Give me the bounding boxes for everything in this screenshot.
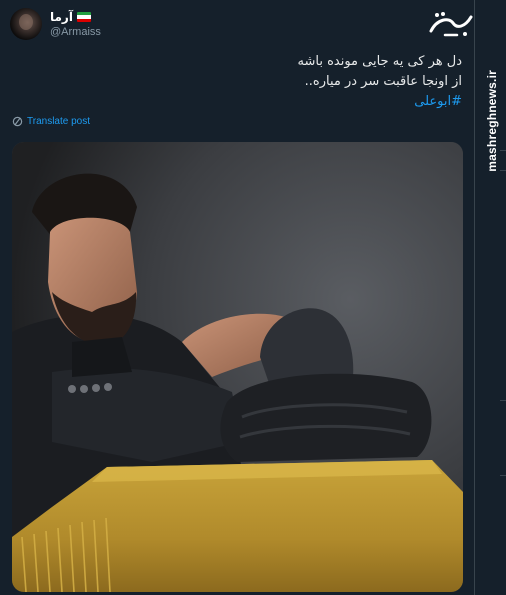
display-name[interactable]: آرما (50, 10, 73, 24)
sidebar-divider (500, 170, 506, 171)
tweet-photo[interactable] (12, 142, 463, 592)
sidebar-divider (474, 0, 475, 595)
author-name-row[interactable]: آرما (50, 9, 91, 25)
watermark: mashreghnews.ir (485, 70, 499, 172)
iran-flag-icon (76, 12, 91, 22)
user-handle[interactable]: @Armaiss (50, 26, 101, 38)
sidebar-divider (500, 400, 506, 401)
translate-label: Translate post (27, 116, 90, 127)
tweet-text-line: دل هر کی یه جایی مونده باشه (297, 54, 463, 69)
sidebar-divider (500, 150, 506, 151)
avatar[interactable] (10, 8, 42, 40)
sidebar-divider (500, 475, 506, 476)
tweet-text: دل هر کی یه جایی مونده باشه از اونجا عاق… (162, 52, 463, 112)
tweet: آرما @Armaiss دل هر کی یه جایی مونده باش… (0, 0, 474, 595)
hashtag-link[interactable]: #ابوعلی (162, 92, 462, 112)
translate-icon (12, 116, 23, 127)
tweet-text-line: از اونجا عاقبت سر در میاره.. (304, 74, 462, 89)
translate-post-link[interactable]: Translate post (12, 116, 90, 127)
mashregh-logo (429, 12, 473, 37)
